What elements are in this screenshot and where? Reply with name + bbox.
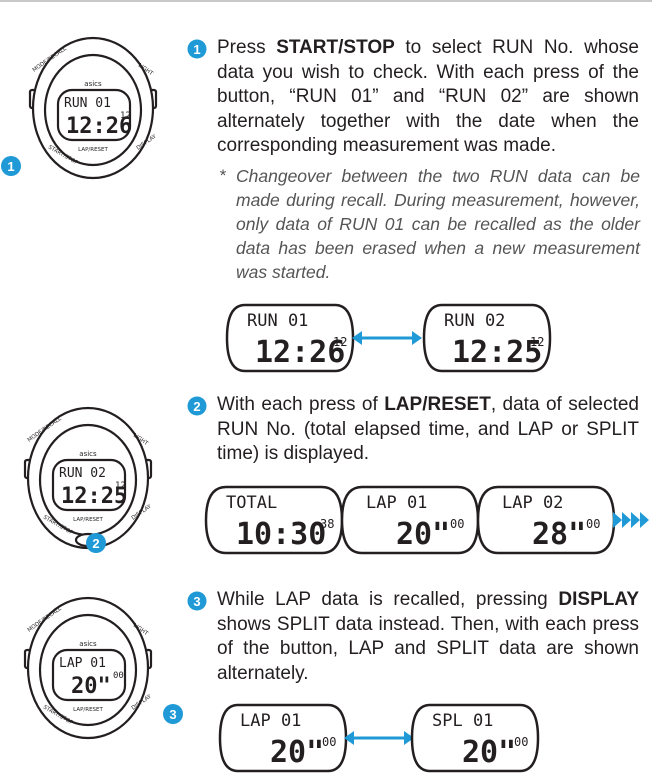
- step-1-text: Press START/STOP to select RUN No. whose…: [217, 37, 639, 156]
- svg-text:LAP/RESET: LAP/RESET: [78, 147, 108, 153]
- svg-text:12:26: 12:26: [255, 335, 345, 370]
- svg-text:LAP 01: LAP 01: [366, 493, 427, 513]
- svg-text:1: 1: [7, 159, 14, 174]
- svg-text:12:25: 12:25: [452, 335, 542, 370]
- step-2-text: With each press of LAP/RESET, data of se…: [217, 394, 639, 464]
- step-1-note: Changeover between the two RUN data can …: [236, 166, 640, 282]
- step-3-text: While LAP data is recalled, pressing DIS…: [217, 589, 639, 684]
- svg-text:SPL 01: SPL 01: [432, 711, 493, 731]
- svg-text:LAP 01: LAP 01: [59, 656, 106, 671]
- svg-text:10:30: 10:30: [236, 517, 326, 552]
- svg-text:RUN 02: RUN 02: [444, 311, 505, 331]
- lcd-display-lap02: LAP 02 28" 00: [476, 485, 616, 555]
- lcd-display-run02: RUN 02 12:25 12: [422, 303, 552, 373]
- svg-text:12: 12: [115, 481, 126, 491]
- continue-arrows: [613, 512, 649, 528]
- swap-arrow-3: [344, 731, 414, 745]
- step-2-watch-marker: 2: [86, 533, 106, 553]
- svg-text:1: 1: [193, 42, 200, 57]
- svg-text:RUN 02: RUN 02: [59, 466, 106, 481]
- svg-text:28": 28": [532, 517, 586, 552]
- step-2-marker: 2: [187, 396, 207, 416]
- step-1-marker: 1: [187, 39, 207, 59]
- svg-text:2: 2: [193, 399, 200, 414]
- svg-text:00: 00: [450, 517, 464, 531]
- lcd-display-spl01: SPL 01 20" 00: [410, 703, 540, 773]
- svg-text:LAP/RESET: LAP/RESET: [73, 517, 103, 523]
- lcd-display-lap01: LAP 01 20" 00: [340, 485, 480, 555]
- swap-arrow-1: [352, 331, 422, 345]
- watch-illustration-lap01: asics LAP 01 20" 00 MODE/RECALL LIGHT ST…: [23, 596, 153, 740]
- svg-text:LAP 01: LAP 01: [240, 711, 301, 731]
- svg-text:3: 3: [169, 707, 176, 722]
- watch-brand: asics: [84, 80, 102, 88]
- top-rule: [0, 0, 652, 2]
- svg-text:20": 20": [396, 517, 450, 552]
- svg-text:TOTAL: TOTAL: [226, 493, 277, 513]
- svg-text:RUN 01: RUN 01: [247, 311, 308, 331]
- lcd-display-total: TOTAL 10:30 38: [204, 485, 344, 555]
- svg-text:20": 20": [270, 735, 324, 770]
- svg-text:12: 12: [333, 335, 347, 349]
- svg-text:LAP/RESET: LAP/RESET: [73, 707, 103, 713]
- note-asterisk: *: [219, 166, 226, 185]
- svg-text:RUN 01: RUN 01: [64, 96, 111, 111]
- svg-text:LAP 02: LAP 02: [502, 493, 563, 513]
- svg-text:20": 20": [71, 674, 111, 699]
- svg-text:20": 20": [462, 735, 516, 770]
- step-3-marker: 3: [187, 591, 207, 611]
- lcd-display-run01: RUN 01 12:26 12: [225, 303, 355, 373]
- svg-text:12: 12: [120, 111, 131, 121]
- svg-text:00: 00: [322, 735, 336, 749]
- svg-text:00: 00: [113, 671, 124, 681]
- svg-text:12: 12: [530, 335, 544, 349]
- svg-text:00: 00: [514, 735, 528, 749]
- svg-text:2: 2: [92, 536, 99, 551]
- svg-text:00: 00: [586, 517, 600, 531]
- svg-text:3: 3: [193, 594, 200, 609]
- svg-text:38: 38: [320, 517, 334, 531]
- step-3-watch-marker: 3: [163, 704, 183, 724]
- step-1-watch-marker: 1: [1, 156, 21, 176]
- lcd-display-lap01-b: LAP 01 20" 00: [218, 703, 348, 773]
- watch-illustration-run01: asics RUN 01 12:26 12 MODE/RECALL LIGHT …: [28, 36, 158, 180]
- svg-text:asics: asics: [79, 450, 97, 458]
- svg-text:asics: asics: [79, 640, 97, 648]
